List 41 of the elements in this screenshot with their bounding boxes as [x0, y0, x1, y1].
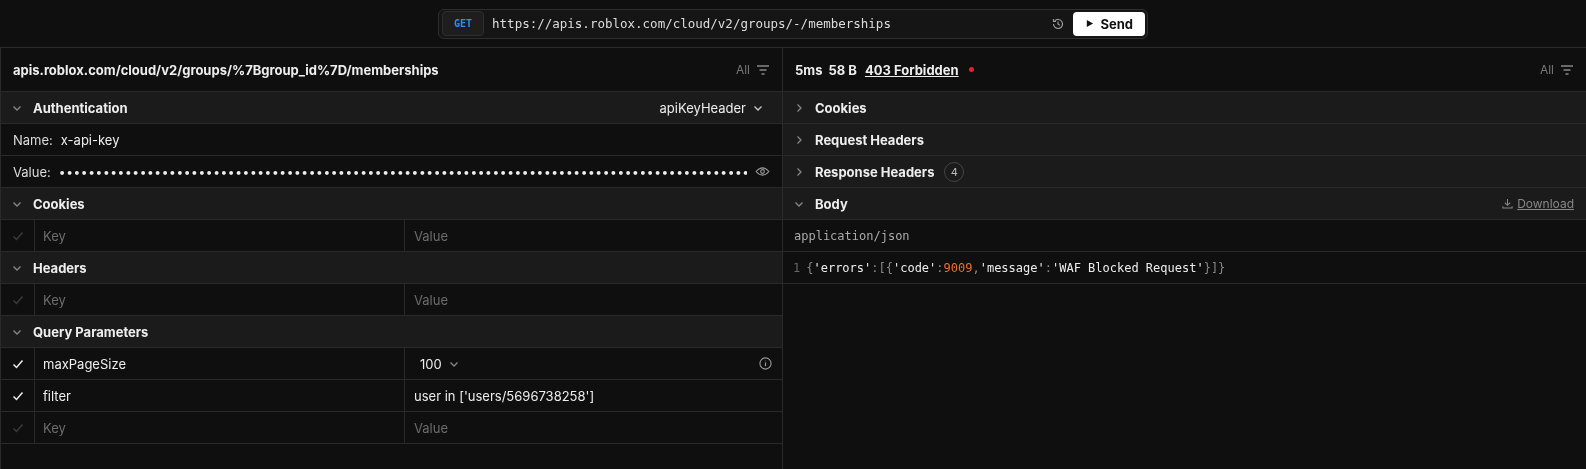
content-type: application/json — [794, 228, 910, 243]
url-bar[interactable]: GET https://apis.roblox.com/cloud/v2/groups/-/memberships Send — [438, 8, 1148, 39]
value-placeholder[interactable]: Value — [414, 227, 449, 244]
download-icon — [1502, 198, 1514, 209]
send-button[interactable]: Send — [1073, 11, 1145, 36]
param-key: maxPageSize — [43, 355, 126, 372]
field-value[interactable]: x-api-key — [60, 131, 120, 148]
section-title[interactable]: Authentication — [33, 99, 644, 116]
play-icon — [1085, 19, 1095, 28]
value-placeholder[interactable]: Value — [414, 419, 449, 436]
filter-label[interactable]: All — [735, 62, 750, 77]
field-label: Name: — [13, 131, 53, 148]
section-title[interactable]: Cookies — [815, 99, 867, 116]
filter-label[interactable]: All — [1539, 62, 1554, 77]
history-icon[interactable] — [1051, 16, 1066, 31]
info-icon[interactable] — [759, 357, 772, 370]
filter-icon[interactable] — [756, 63, 770, 76]
section-title[interactable]: Body — [815, 195, 848, 212]
param-key: filter — [43, 387, 71, 404]
field-label: Value: — [13, 163, 51, 180]
key-placeholder[interactable]: Key — [43, 291, 66, 308]
section-title[interactable]: Response Headers — [815, 163, 935, 180]
eye-icon[interactable] — [755, 166, 770, 177]
status-dot — [968, 67, 974, 72]
key-placeholder[interactable]: Key — [43, 227, 66, 244]
auth-type-dropdown[interactable]: apiKeyHeader — [653, 98, 770, 117]
download-link[interactable]: Download — [1502, 196, 1574, 211]
param-value: user in ['users/5696738258'] — [414, 387, 595, 404]
section-title[interactable]: Request Headers — [815, 131, 924, 148]
code-line: {'errors':[{'code':9009,'message':'WAF Blocked Request'}]} — [806, 260, 1226, 275]
method-selector[interactable]: GET — [442, 11, 485, 36]
response-size: 58 B — [828, 61, 857, 78]
url-text: https://apis.roblox.com/cloud/v2/groups/-/memberships — [492, 16, 892, 31]
filter-icon[interactable] — [1560, 63, 1574, 76]
value-placeholder[interactable]: Value — [414, 291, 449, 308]
request-path: apis.roblox.com/cloud/v2/groups/%7Bgroup_id%7D/memberships — [13, 61, 440, 78]
status-link[interactable]: 403 Forbidden — [864, 61, 959, 78]
key-placeholder[interactable]: Key — [43, 419, 66, 436]
value-dropdown[interactable]: 100 — [414, 354, 466, 373]
response-time: 5ms — [795, 61, 823, 78]
line-number: 1 — [793, 260, 801, 275]
